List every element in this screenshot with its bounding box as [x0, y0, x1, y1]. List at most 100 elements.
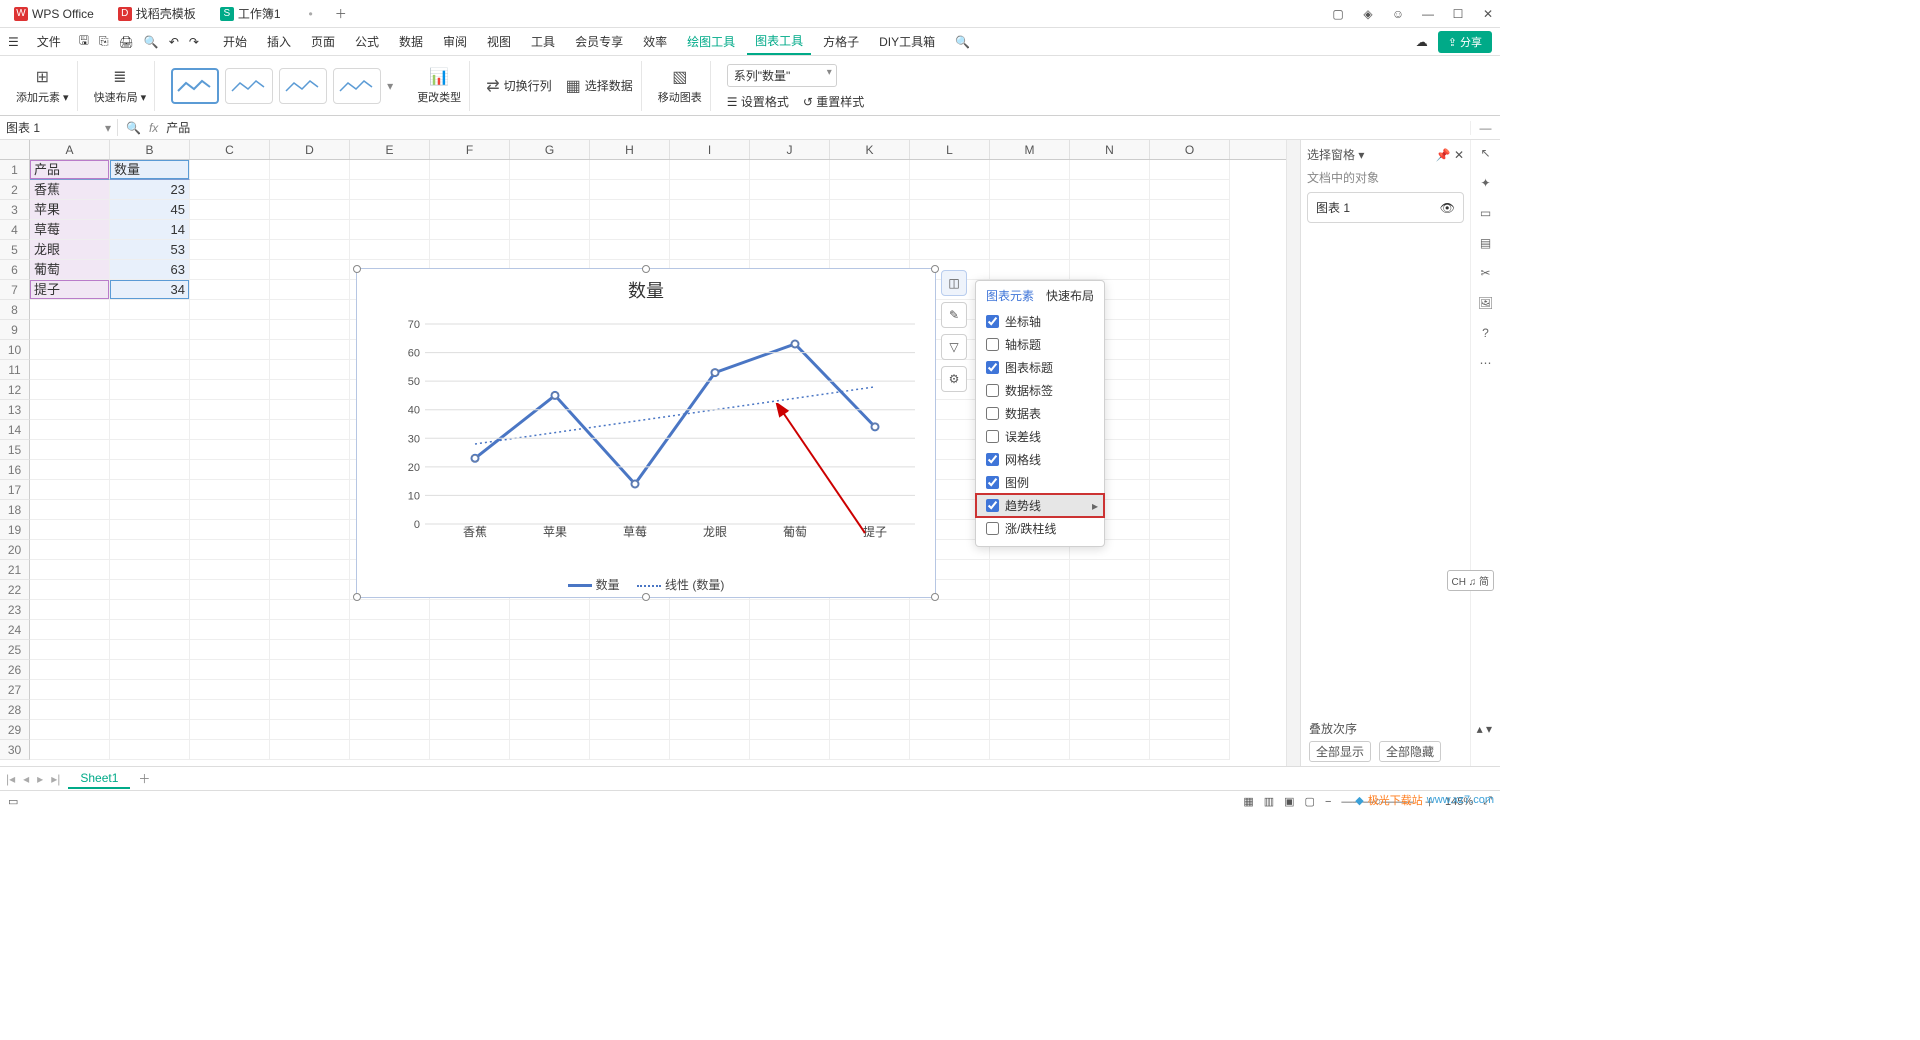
cell[interactable]: [350, 640, 430, 660]
cell[interactable]: [190, 400, 270, 420]
cell[interactable]: [30, 700, 110, 720]
cell[interactable]: [350, 660, 430, 680]
chart-elements-tool[interactable]: ◫: [941, 270, 967, 296]
cell[interactable]: [910, 180, 990, 200]
cell[interactable]: [190, 280, 270, 300]
cell[interactable]: [670, 220, 750, 240]
cell[interactable]: [30, 360, 110, 380]
cell[interactable]: [270, 340, 350, 360]
cell[interactable]: [670, 200, 750, 220]
cell[interactable]: [190, 680, 270, 700]
series-selector[interactable]: 系列"数量": [727, 64, 837, 87]
cell[interactable]: [910, 220, 990, 240]
cube-icon[interactable]: ◈: [1360, 7, 1376, 21]
cell[interactable]: [1150, 700, 1230, 720]
col-K[interactable]: K: [830, 140, 910, 159]
row-header[interactable]: 21: [0, 560, 30, 580]
cell[interactable]: [910, 680, 990, 700]
row-header[interactable]: 17: [0, 480, 30, 500]
select-all-corner[interactable]: [0, 140, 30, 159]
cell[interactable]: [350, 680, 430, 700]
vertical-scrollbar[interactable]: [1286, 140, 1300, 766]
titlebar-tab-template[interactable]: D找稻壳模板: [108, 1, 206, 26]
titlebar-tab-wps[interactable]: WWPS Office: [4, 3, 104, 25]
cell[interactable]: [30, 480, 110, 500]
zoom-out-icon[interactable]: −: [1325, 796, 1331, 808]
print-icon[interactable]: 🖨: [119, 35, 134, 49]
cell[interactable]: [750, 160, 830, 180]
cell[interactable]: [1150, 620, 1230, 640]
window-restore-icon[interactable]: ▢: [1330, 7, 1346, 21]
cell[interactable]: [190, 600, 270, 620]
cell[interactable]: [990, 600, 1070, 620]
cell[interactable]: [190, 500, 270, 520]
menu-insert[interactable]: 插入: [259, 29, 299, 54]
cell[interactable]: [1150, 540, 1230, 560]
popup-item[interactable]: 坐标轴: [976, 310, 1104, 333]
cell[interactable]: [990, 740, 1070, 760]
cell[interactable]: [190, 200, 270, 220]
cell[interactable]: [30, 380, 110, 400]
ribbon-select-data[interactable]: ▦选择数据: [566, 76, 633, 96]
cell[interactable]: [750, 660, 830, 680]
sheet-nav-prev[interactable]: ◂: [23, 772, 29, 786]
sheet-nav-first[interactable]: |◂: [6, 772, 15, 786]
cell[interactable]: [30, 420, 110, 440]
row-header[interactable]: 2: [0, 180, 30, 200]
cell[interactable]: [190, 300, 270, 320]
col-B[interactable]: B: [110, 140, 190, 159]
cell[interactable]: [750, 720, 830, 740]
cell[interactable]: [270, 360, 350, 380]
save-icon[interactable]: 🖫: [79, 31, 89, 52]
cell[interactable]: [30, 560, 110, 580]
row-header[interactable]: 14: [0, 420, 30, 440]
cell[interactable]: [1150, 280, 1230, 300]
cell[interactable]: [190, 480, 270, 500]
cell[interactable]: [190, 420, 270, 440]
cell[interactable]: [110, 620, 190, 640]
cell[interactable]: [30, 440, 110, 460]
cell[interactable]: [510, 240, 590, 260]
cell[interactable]: [110, 480, 190, 500]
cell[interactable]: [1070, 640, 1150, 660]
cell[interactable]: [190, 160, 270, 180]
cell[interactable]: [830, 240, 910, 260]
cell[interactable]: [910, 240, 990, 260]
cell[interactable]: [830, 660, 910, 680]
cell[interactable]: 14: [110, 220, 190, 240]
row-header[interactable]: 13: [0, 400, 30, 420]
status-mode-icon[interactable]: ▭: [8, 795, 18, 808]
col-J[interactable]: J: [750, 140, 830, 159]
popup-tab-elements[interactable]: 图表元素: [986, 287, 1034, 304]
cell[interactable]: [510, 660, 590, 680]
row-header[interactable]: 19: [0, 520, 30, 540]
popup-item[interactable]: 误差线: [976, 425, 1104, 448]
row-header[interactable]: 28: [0, 700, 30, 720]
cell[interactable]: [270, 520, 350, 540]
cell[interactable]: [1070, 720, 1150, 740]
cell[interactable]: [830, 740, 910, 760]
cell[interactable]: [270, 660, 350, 680]
popup-tab-layout[interactable]: 快速布局: [1046, 287, 1094, 304]
cell[interactable]: [190, 740, 270, 760]
cell[interactable]: [990, 700, 1070, 720]
cell[interactable]: [30, 600, 110, 620]
cell[interactable]: 香蕉: [30, 180, 110, 200]
share-button[interactable]: ⇪ 分享: [1438, 31, 1492, 53]
cell[interactable]: [110, 580, 190, 600]
cell[interactable]: [110, 440, 190, 460]
cell[interactable]: [190, 360, 270, 380]
cell[interactable]: [910, 660, 990, 680]
cell[interactable]: [670, 640, 750, 660]
spreadsheet-area[interactable]: A B C D E F G H I J K L M N O 1产品数量2香蕉23…: [0, 140, 1300, 766]
preview-icon[interactable]: 🔍: [144, 35, 159, 49]
cell[interactable]: [1150, 580, 1230, 600]
cell[interactable]: [270, 420, 350, 440]
cell[interactable]: [990, 560, 1070, 580]
cell[interactable]: [350, 200, 430, 220]
stack-down-icon[interactable]: ▾: [1486, 722, 1492, 736]
cell[interactable]: [590, 740, 670, 760]
cell[interactable]: [190, 540, 270, 560]
cell[interactable]: [430, 680, 510, 700]
cell[interactable]: [430, 180, 510, 200]
